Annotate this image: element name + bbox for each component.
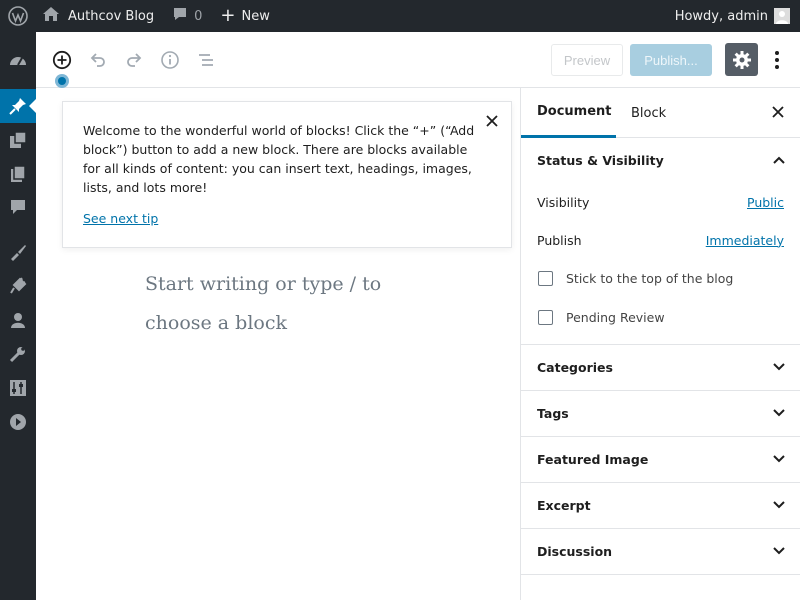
tip-indicator-dot bbox=[55, 74, 69, 88]
pending-review-option: Pending Review bbox=[521, 298, 800, 337]
featured-image-toggle[interactable]: Featured Image bbox=[521, 437, 800, 482]
publish-label: Publish bbox=[537, 232, 582, 248]
preview-button[interactable]: Preview bbox=[551, 44, 623, 76]
comments-icon[interactable] bbox=[0, 190, 36, 224]
chevron-down-icon bbox=[773, 547, 785, 555]
settings-sidebar: Document Block Status & Visibility Visib… bbox=[520, 88, 800, 600]
chevron-down-icon bbox=[773, 363, 785, 371]
site-name-link[interactable]: Authcov Blog bbox=[36, 0, 154, 32]
featured-image-panel: Featured Image bbox=[521, 437, 800, 483]
chevron-down-icon bbox=[773, 409, 785, 417]
tags-toggle[interactable]: Tags bbox=[521, 391, 800, 436]
chevron-up-icon bbox=[773, 156, 785, 164]
welcome-tip-popover: Welcome to the wonderful world of blocks… bbox=[62, 101, 512, 248]
account-menu[interactable]: Howdy, admin bbox=[675, 0, 790, 32]
undo-icon[interactable] bbox=[86, 48, 110, 72]
comment-bubble-icon bbox=[172, 6, 188, 26]
settings-toggle-button[interactable] bbox=[725, 43, 758, 76]
appearance-icon[interactable] bbox=[0, 235, 36, 269]
panel-title: Tags bbox=[537, 406, 569, 421]
visibility-row: Visibility Public bbox=[521, 183, 800, 221]
categories-toggle[interactable]: Categories bbox=[521, 345, 800, 390]
sticky-checkbox[interactable] bbox=[538, 271, 553, 286]
collapse-icon[interactable] bbox=[0, 405, 36, 439]
wordpress-logo-icon[interactable] bbox=[0, 0, 36, 32]
new-content-link[interactable]: + New bbox=[220, 0, 269, 32]
admin-menu bbox=[0, 32, 36, 600]
panel-title: Discussion bbox=[537, 544, 613, 559]
users-icon[interactable] bbox=[0, 303, 36, 337]
chevron-down-icon bbox=[773, 455, 785, 463]
excerpt-toggle[interactable]: Excerpt bbox=[521, 483, 800, 528]
chevron-down-icon bbox=[773, 501, 785, 509]
settings-icon[interactable] bbox=[0, 371, 36, 405]
sidebar-tabs: Document Block bbox=[521, 88, 800, 138]
panel-title: Categories bbox=[537, 360, 613, 375]
plus-icon: + bbox=[220, 5, 236, 26]
block-placeholder[interactable]: Start writing or type / to choose a bloc… bbox=[145, 265, 405, 343]
status-visibility-toggle[interactable]: Status & Visibility bbox=[521, 138, 800, 183]
tab-block[interactable]: Block bbox=[631, 88, 666, 138]
pending-review-label: Pending Review bbox=[566, 310, 665, 325]
tags-panel: Tags bbox=[521, 391, 800, 437]
plugins-icon[interactable] bbox=[0, 269, 36, 303]
panel-title: Featured Image bbox=[537, 452, 649, 467]
categories-panel: Categories bbox=[521, 345, 800, 391]
publish-row: Publish Immediately bbox=[521, 221, 800, 259]
close-icon[interactable] bbox=[483, 112, 501, 130]
editor-header: Preview Publish... bbox=[36, 32, 800, 88]
redo-icon[interactable] bbox=[122, 48, 146, 72]
new-label: New bbox=[241, 8, 270, 24]
visibility-label: Visibility bbox=[537, 194, 590, 210]
comment-count: 0 bbox=[194, 8, 203, 24]
dashboard-icon[interactable] bbox=[0, 43, 36, 77]
status-visibility-panel: Status & Visibility Visibility Public Pu… bbox=[521, 138, 800, 345]
discussion-toggle[interactable]: Discussion bbox=[521, 529, 800, 574]
block-navigation-icon[interactable] bbox=[194, 48, 218, 72]
panel-title: Status & Visibility bbox=[537, 153, 664, 168]
tip-text: Welcome to the wonderful world of blocks… bbox=[83, 123, 475, 195]
see-next-tip-link[interactable]: See next tip bbox=[83, 211, 158, 226]
more-menu-icon[interactable] bbox=[767, 48, 787, 72]
pages-icon[interactable] bbox=[0, 157, 36, 191]
home-icon bbox=[42, 6, 60, 26]
close-sidebar-icon[interactable] bbox=[770, 104, 786, 120]
panel-title: Excerpt bbox=[537, 498, 591, 513]
info-icon[interactable] bbox=[158, 48, 182, 72]
avatar bbox=[774, 8, 790, 24]
sticky-label: Stick to the top of the blog bbox=[566, 271, 734, 286]
media-icon[interactable] bbox=[0, 123, 36, 157]
tab-document[interactable]: Document bbox=[521, 88, 616, 138]
excerpt-panel: Excerpt bbox=[521, 483, 800, 529]
posts-icon[interactable] bbox=[0, 89, 36, 123]
add-block-icon[interactable] bbox=[50, 48, 74, 72]
publish-button[interactable]: Publish... bbox=[630, 44, 712, 76]
site-name-label: Authcov Blog bbox=[68, 8, 155, 24]
admin-bar: Authcov Blog 0 + New Howdy, admin bbox=[0, 0, 800, 32]
sticky-option: Stick to the top of the blog bbox=[521, 259, 800, 298]
visibility-value-link[interactable]: Public bbox=[747, 195, 784, 210]
howdy-label: Howdy, admin bbox=[674, 8, 768, 24]
publish-date-link[interactable]: Immediately bbox=[706, 233, 784, 248]
discussion-panel: Discussion bbox=[521, 529, 800, 575]
gear-icon bbox=[732, 50, 751, 69]
tools-icon[interactable] bbox=[0, 337, 36, 371]
pending-review-checkbox[interactable] bbox=[538, 310, 553, 325]
comments-link[interactable]: 0 bbox=[172, 0, 202, 32]
